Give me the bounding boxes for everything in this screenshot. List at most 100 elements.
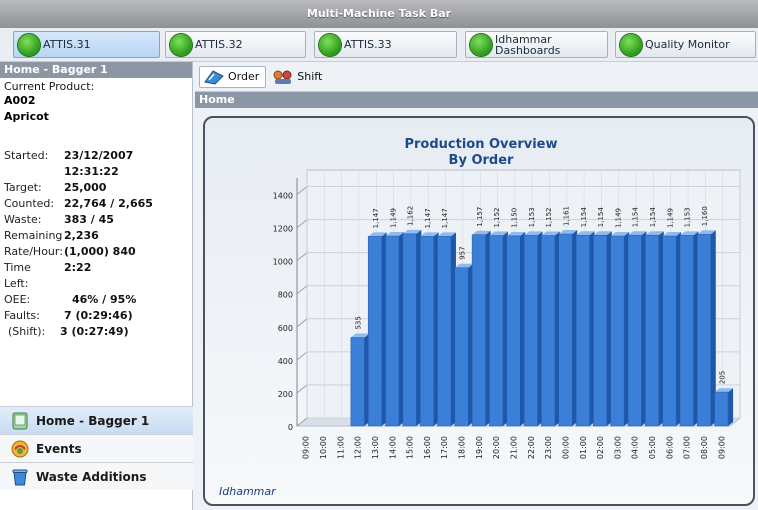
waste-bin-icon xyxy=(12,469,28,485)
task-button-attis-31[interactable]: ATTIS.31 xyxy=(13,31,160,58)
bar xyxy=(627,234,642,427)
x-tick-label: 08:00 xyxy=(700,436,709,459)
nav-item-home-bagger[interactable]: Home - Bagger 1 xyxy=(0,406,193,434)
bar xyxy=(437,236,452,427)
stat-key: OEE: xyxy=(4,293,31,306)
x-tick-label: 19:00 xyxy=(475,436,484,459)
stat-row: Started: 23/12/2007 xyxy=(4,148,190,164)
view-tabs: Order Shift xyxy=(195,62,758,92)
task-button-label: ATTIS.31 xyxy=(43,38,91,51)
stat-row: Time Left: 2:22 xyxy=(4,260,190,292)
x-tick-label: 09:00 xyxy=(717,436,726,459)
x-tick-label: 21:00 xyxy=(510,436,519,459)
y-tick-label: 0 xyxy=(288,423,293,432)
bar xyxy=(402,233,417,427)
x-tick-label: 03:00 xyxy=(613,436,622,459)
stat-key: (Shift): xyxy=(8,325,46,338)
bar xyxy=(471,234,486,427)
bar xyxy=(385,235,400,427)
x-tick-label: 01:00 xyxy=(579,436,588,459)
task-button-label: ATTIS.33 xyxy=(344,38,392,51)
bar xyxy=(419,236,434,427)
bar-value-label: 1,150 xyxy=(511,208,519,228)
x-tick-label: 17:00 xyxy=(440,436,449,459)
main-area: Order Shift Home Production Overview By O… xyxy=(195,62,758,510)
y-tick-mark xyxy=(296,351,308,361)
production-chart-panel: Production Overview By Order 0 200 400 600 800… xyxy=(203,116,755,506)
bar xyxy=(714,391,729,427)
x-tick-label: 23:00 xyxy=(544,436,553,459)
y-tick-mark xyxy=(296,285,308,295)
x-tick-label: 13:00 xyxy=(371,436,380,459)
stat-row: Waste: 383 / 45 xyxy=(4,212,190,228)
task-button-quality-monitor[interactable]: Quality Monitor xyxy=(615,31,756,58)
x-tick-label: 20:00 xyxy=(492,436,501,459)
bar-value-label: 1,147 xyxy=(372,208,380,228)
stat-key: Rate/Hour: xyxy=(4,245,63,258)
stat-value: 46% / 95% xyxy=(72,293,137,306)
nav-item-events[interactable]: Events xyxy=(0,434,193,462)
y-tick-label: 200 xyxy=(278,390,293,399)
nav-item-label: Waste Additions xyxy=(36,469,147,484)
stat-value: 23/12/2007 xyxy=(64,149,134,162)
x-tick-label: 16:00 xyxy=(423,436,432,459)
app-window: Multi-Machine Task Bar ATTIS.31 ATTIS.32… xyxy=(0,0,758,510)
product-code: A002 xyxy=(4,94,36,107)
stat-key xyxy=(4,164,56,180)
task-button-attis-32[interactable]: ATTIS.32 xyxy=(165,31,306,58)
navigation-list: Home - Bagger 1 Events Waste Additions xyxy=(0,406,193,490)
task-button-idhammar-dashboards[interactable]: Idhammar Dashboards xyxy=(465,31,608,58)
stat-value: 7 (0:29:46) xyxy=(64,309,133,322)
stat-key: Waste: xyxy=(4,213,42,226)
x-tick-label: 02:00 xyxy=(596,436,605,459)
bar-value-label: 1,154 xyxy=(632,207,640,228)
stat-value: 383 / 45 xyxy=(64,213,114,226)
stat-key: Counted: xyxy=(4,197,55,210)
bar xyxy=(489,235,504,427)
task-button-attis-33[interactable]: ATTIS.33 xyxy=(314,31,457,58)
stat-key: Remaining xyxy=(4,229,63,242)
x-tick-label: 14:00 xyxy=(388,436,397,459)
x-tick-label: 22:00 xyxy=(527,436,536,459)
bar xyxy=(454,267,469,427)
bar xyxy=(350,337,365,427)
stat-key: Target: xyxy=(4,181,42,194)
machine-stats: Started: 23/12/2007 12:31:22 Target: 25,00… xyxy=(4,148,190,340)
stat-value: 12:31:22 xyxy=(64,165,119,178)
status-green-icon xyxy=(620,33,642,56)
stat-value: 3 (0:27:49) xyxy=(60,325,129,338)
x-tick-label: 00:00 xyxy=(561,436,570,459)
bar-value-label: 1,149 xyxy=(389,208,397,228)
nav-item-waste-additions[interactable]: Waste Additions xyxy=(0,462,193,490)
bar-value-label: 1,153 xyxy=(528,207,536,227)
bar-value-label: 1,147 xyxy=(441,208,449,228)
stat-row: Rate/Hour: (1,000) 840 xyxy=(4,244,190,260)
bar xyxy=(541,235,556,427)
stat-row: Faults: 7 (0:29:46) xyxy=(4,308,190,324)
bar xyxy=(662,235,677,427)
bar xyxy=(367,236,382,427)
x-tick-label: 12:00 xyxy=(354,436,363,459)
y-tick-mark xyxy=(296,318,308,328)
stat-key: Faults: xyxy=(4,309,40,322)
chart-subtitle: By Order xyxy=(449,153,514,168)
idhammar-logo: Idhammar xyxy=(219,485,276,498)
y-tick-label: 600 xyxy=(278,324,293,333)
bar-value-label: 1,154 xyxy=(580,207,588,228)
status-green-icon xyxy=(170,33,192,56)
x-tick-label: 18:00 xyxy=(458,436,467,459)
stat-value: 2,236 xyxy=(64,229,99,242)
nav-item-label: Events xyxy=(36,441,82,456)
stat-value: 2:22 xyxy=(64,261,92,274)
order-icon xyxy=(204,69,224,85)
bar xyxy=(645,234,660,427)
task-button-label: Idhammar Dashboards xyxy=(495,32,561,57)
task-button-label: Quality Monitor xyxy=(645,38,730,51)
bar xyxy=(506,235,521,427)
bar-value-label: 1,152 xyxy=(493,207,501,227)
tab-shift[interactable]: Shift xyxy=(268,66,329,88)
tab-order[interactable]: Order xyxy=(199,65,267,88)
bar-side xyxy=(728,388,734,426)
bar-value-label: 1,162 xyxy=(407,206,415,226)
bar xyxy=(575,234,590,427)
